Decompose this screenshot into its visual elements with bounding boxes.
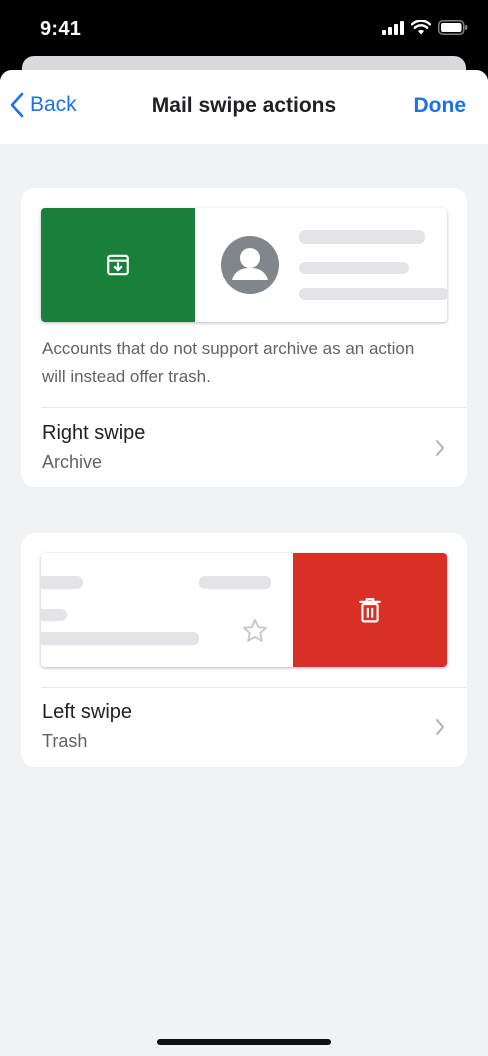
chevron-left-icon <box>10 92 24 118</box>
trash-icon <box>359 598 381 623</box>
star-icon <box>242 618 268 642</box>
status-time: 9:41 <box>40 18 82 40</box>
left-swipe-preview <box>41 553 447 667</box>
placeholder-line <box>41 576 83 589</box>
placeholder-line <box>299 230 425 244</box>
back-label: Back <box>30 93 77 116</box>
placeholder-line <box>299 288 447 300</box>
home-indicator[interactable] <box>157 1039 331 1045</box>
trash-action-background <box>293 553 447 667</box>
status-bar: 9:41 <box>0 0 488 62</box>
row-value: Archive <box>42 452 103 472</box>
navigation-bar: Back Mail swipe actions Done <box>0 70 488 144</box>
chevron-right-icon <box>436 719 444 735</box>
placeholder-line <box>41 609 67 621</box>
chevron-right-icon <box>436 440 444 456</box>
row-title: Left swipe <box>42 701 133 723</box>
row-value: Trash <box>42 731 88 751</box>
wifi-icon <box>411 20 431 35</box>
archive-action-background <box>41 208 195 322</box>
right-swipe-card: Accounts that do not support archive as … <box>21 188 467 487</box>
battery-icon <box>438 20 468 35</box>
status-icons <box>382 20 468 35</box>
placeholder-line <box>299 262 409 274</box>
cellular-signal-icon <box>382 20 404 35</box>
archive-icon <box>107 254 129 276</box>
avatar-icon <box>221 236 279 294</box>
done-button[interactable]: Done <box>414 94 467 118</box>
archive-note: Accounts that do not support archive as … <box>42 339 415 386</box>
placeholder-line <box>41 632 199 645</box>
right-swipe-preview <box>41 208 447 322</box>
placeholder-line <box>199 576 271 589</box>
right-swipe-setting[interactable]: Right swipe Archive <box>21 408 467 487</box>
left-swipe-setting[interactable]: Left swipe Trash <box>21 688 467 767</box>
row-title: Right swipe <box>42 422 146 444</box>
mail-swipe-actions-sheet: Back Mail swipe actions Done Accounts th… <box>0 70 488 1056</box>
left-swipe-card: Left swipe Trash <box>21 533 467 767</box>
back-button[interactable]: Back <box>10 92 77 118</box>
